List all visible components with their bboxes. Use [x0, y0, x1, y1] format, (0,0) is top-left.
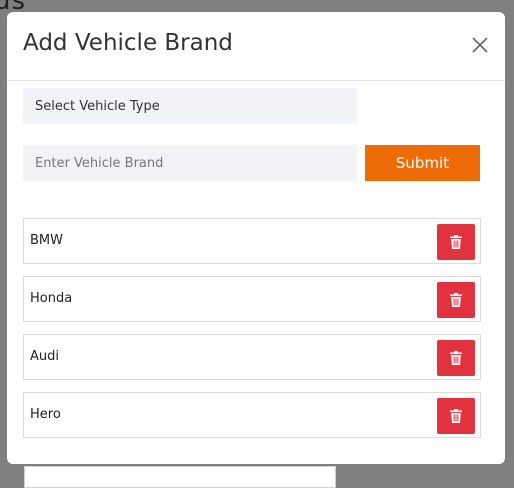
close-icon [472, 37, 488, 53]
modal-header: Add Vehicle Brand [7, 12, 505, 81]
brand-list: BMW Honda Audi Hero [23, 218, 481, 450]
delete-brand-button[interactable] [437, 398, 475, 434]
trash-icon [450, 293, 462, 307]
brand-name: BMW [30, 233, 63, 248]
brand-row: Audi [23, 334, 481, 380]
brand-row: Honda [23, 276, 481, 322]
delete-brand-button[interactable] [437, 340, 475, 376]
brand-row: BMW [23, 218, 481, 264]
modal-title: Add Vehicle Brand [23, 30, 233, 56]
vehicle-brand-input[interactable] [23, 145, 357, 181]
trash-icon [450, 409, 462, 423]
close-button[interactable] [467, 32, 493, 58]
add-vehicle-brand-modal: Add Vehicle Brand Select Vehicle Type Su… [7, 12, 505, 464]
submit-button[interactable]: Submit [365, 145, 480, 181]
brand-name: Audi [30, 349, 59, 364]
delete-brand-button[interactable] [437, 224, 475, 260]
trash-icon [450, 235, 462, 249]
background-field [24, 466, 336, 488]
trash-icon [450, 351, 462, 365]
brand-row: Hero [23, 392, 481, 438]
vehicle-type-select-label: Select Vehicle Type [35, 98, 160, 114]
vehicle-type-select[interactable]: Select Vehicle Type [23, 88, 357, 124]
brand-name: Hero [30, 407, 61, 422]
brand-name: Honda [30, 291, 73, 306]
delete-brand-button[interactable] [437, 282, 475, 318]
